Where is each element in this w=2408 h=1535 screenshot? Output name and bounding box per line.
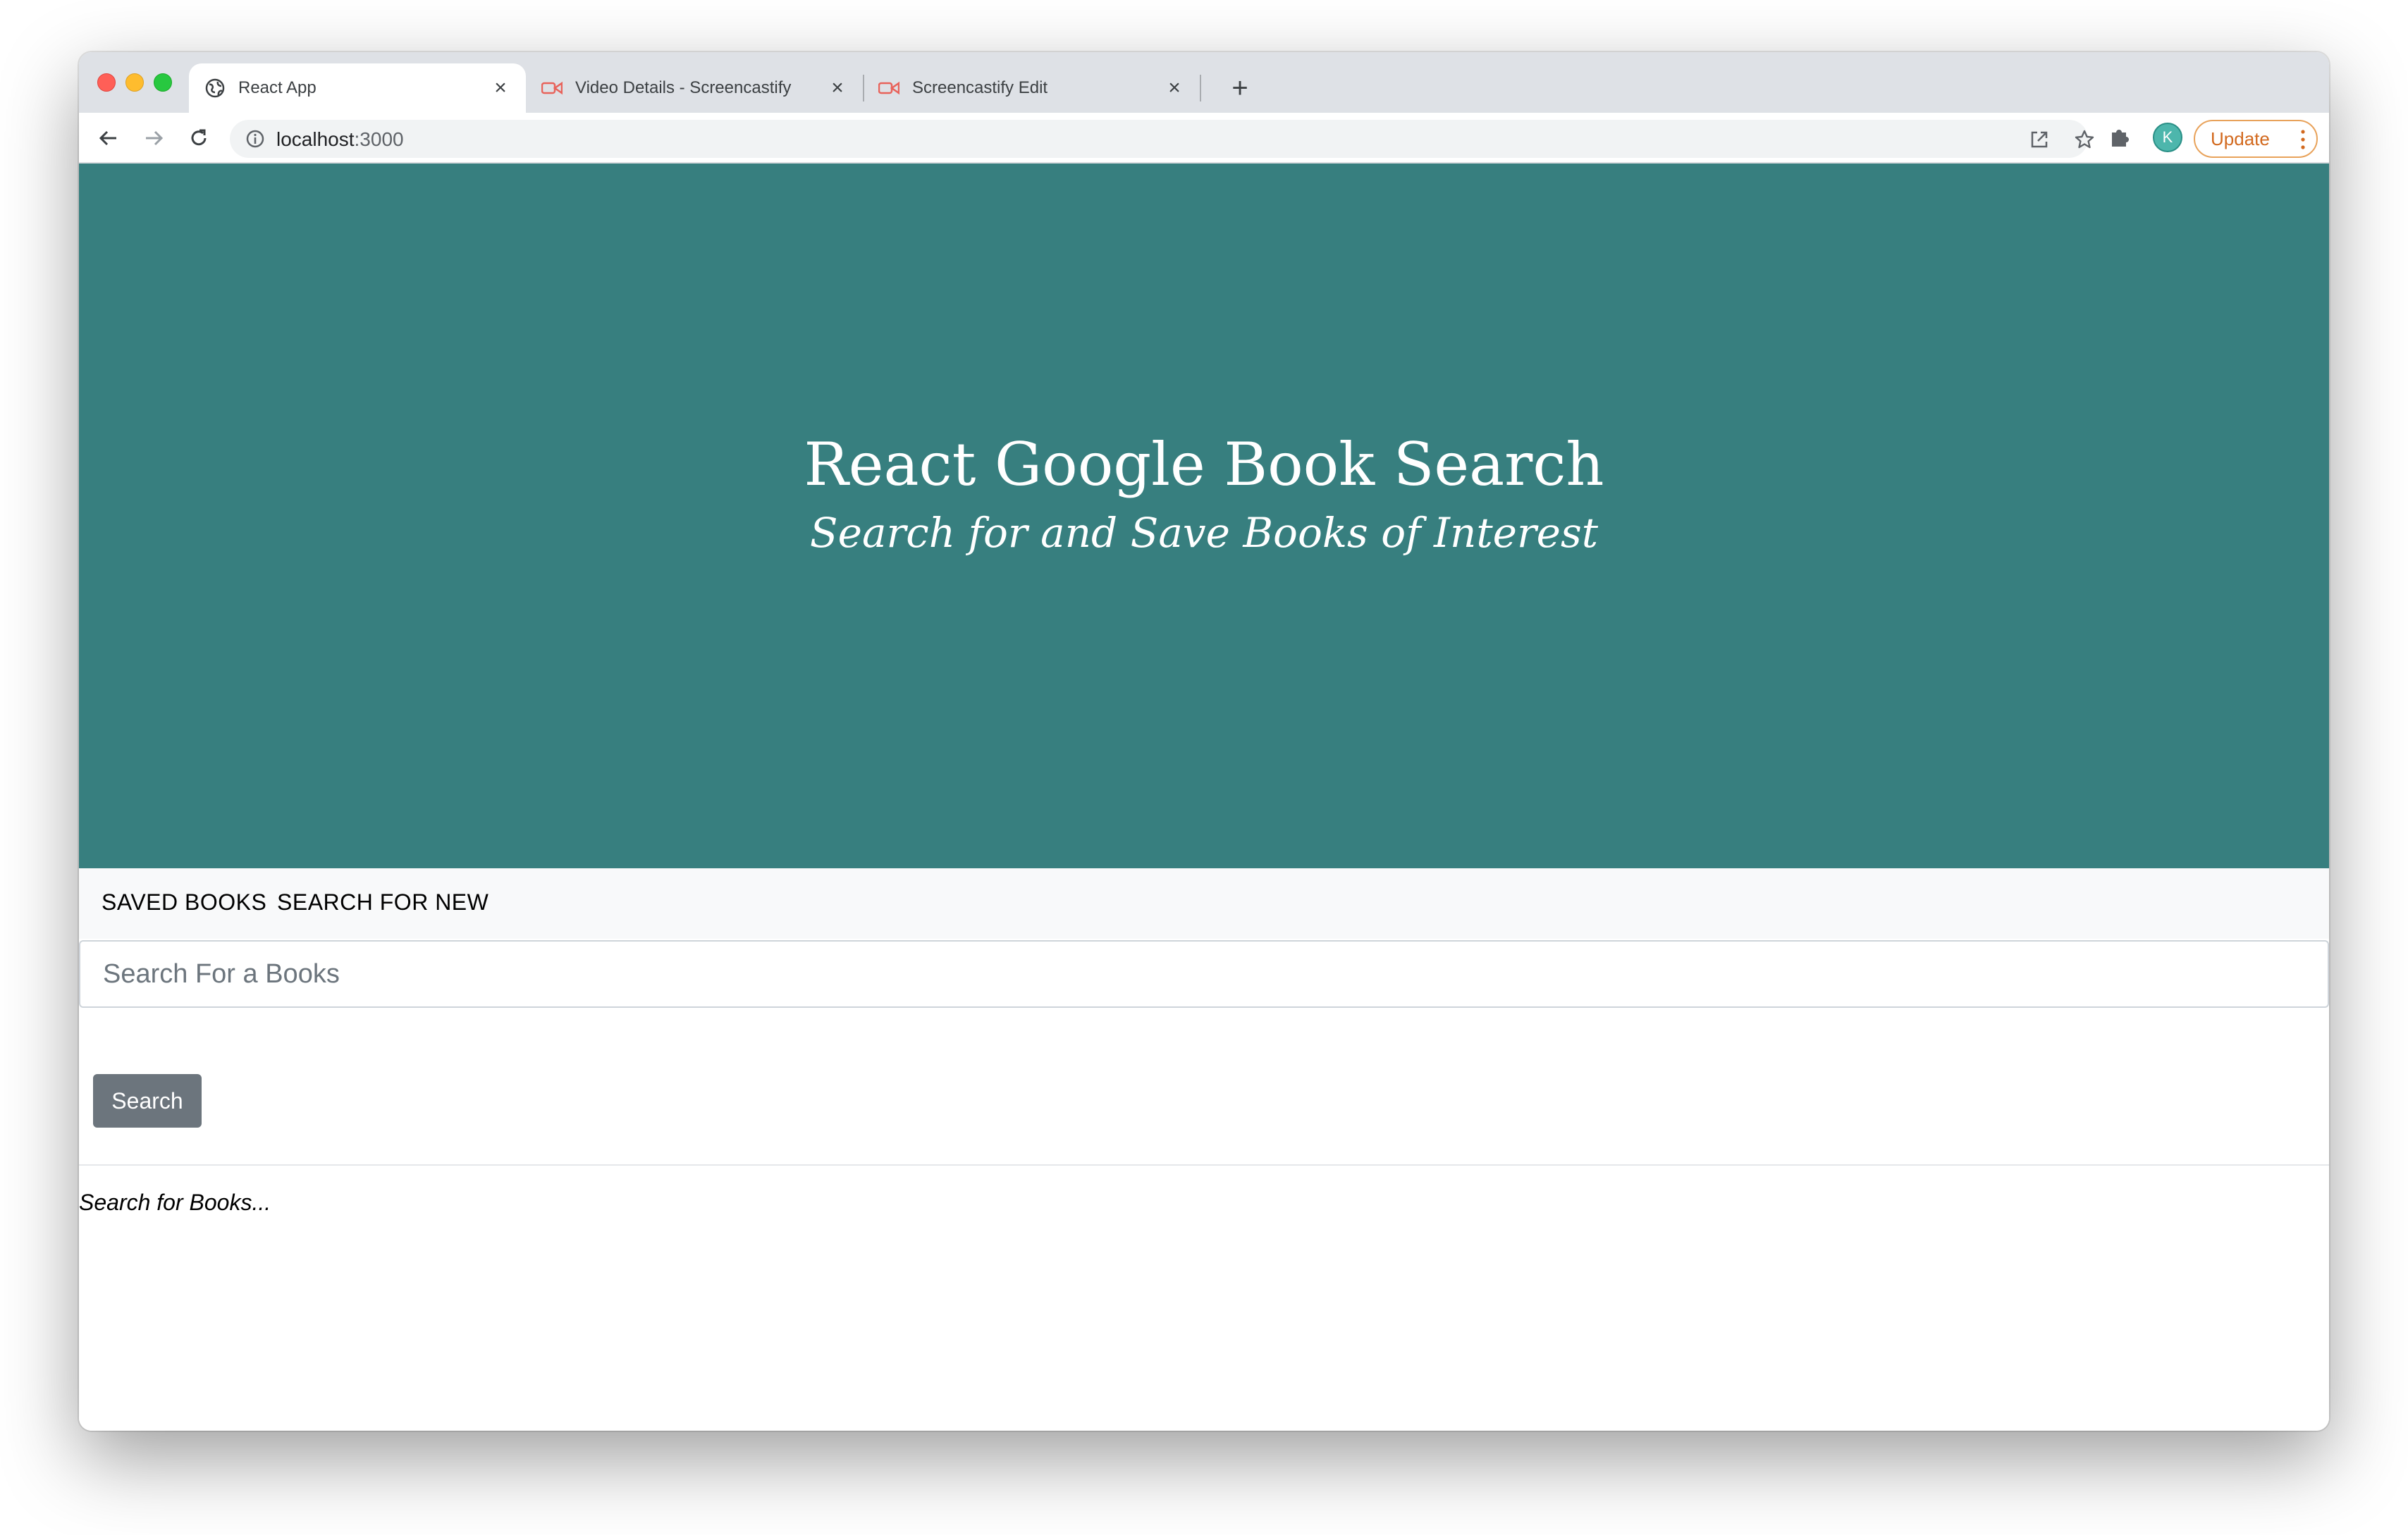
tab-separator	[1200, 75, 1201, 101]
url-host: localhost	[276, 128, 355, 150]
close-tab-icon[interactable]: ×	[1165, 78, 1184, 99]
new-tab-button[interactable]: +	[1221, 69, 1259, 107]
nav-link-search-for-new[interactable]: SEARCH FOR NEW	[277, 889, 489, 916]
search-input[interactable]	[79, 940, 2329, 1008]
back-icon[interactable]	[94, 124, 123, 152]
nav-link-saved-books[interactable]: SAVED BOOKS	[102, 889, 266, 916]
tab-title: Video Details - Screencastify	[575, 78, 792, 97]
reload-icon[interactable]	[185, 124, 213, 152]
update-label: Update	[2211, 128, 2270, 149]
close-window-button[interactable]	[97, 73, 116, 92]
browser-window: React App × Video Details - Screencastif…	[79, 52, 2329, 1431]
site-info-icon[interactable]	[245, 129, 265, 149]
tab-video-details[interactable]: Video Details - Screencastify ×	[526, 63, 863, 113]
url-text: localhost:3000	[276, 128, 404, 151]
results-message: Search for Books...	[79, 1190, 271, 1215]
tab-title: React App	[238, 78, 317, 97]
divider	[79, 1164, 2329, 1166]
screencastify-icon	[878, 78, 899, 99]
page-viewport: React Google Book Search Search for and …	[79, 164, 2329, 1431]
screencastify-icon	[541, 78, 563, 99]
tab-screencastify-edit[interactable]: Screencastify Edit ×	[863, 63, 1200, 113]
search-button[interactable]: Search	[93, 1074, 202, 1128]
open-in-new-window-icon[interactable]	[2029, 129, 2050, 150]
minimize-window-button[interactable]	[125, 73, 144, 92]
profile-avatar[interactable]: K	[2153, 123, 2182, 152]
close-tab-icon[interactable]: ×	[491, 78, 510, 99]
forward-icon[interactable]	[140, 124, 168, 152]
hero-banner: React Google Book Search Search for and …	[79, 164, 2329, 868]
tab-title: Screencastify Edit	[912, 78, 1048, 97]
tab-react-app[interactable]: React App ×	[189, 63, 526, 113]
tab-strip: React App × Video Details - Screencastif…	[79, 52, 2329, 113]
update-button[interactable]: Update	[2194, 120, 2318, 158]
maximize-window-button[interactable]	[154, 73, 172, 92]
browser-toolbar: localhost:3000 K Update	[79, 113, 2329, 164]
close-tab-icon[interactable]: ×	[828, 78, 847, 99]
more-vert-icon	[2299, 127, 2306, 152]
bookmark-star-icon[interactable]	[2074, 129, 2095, 150]
url-port: :3000	[354, 128, 404, 150]
page-title: React Google Book Search	[804, 430, 1604, 499]
address-bar[interactable]: localhost:3000	[230, 120, 2094, 158]
extensions-puzzle-icon[interactable]	[2108, 125, 2133, 151]
nav-bar: SAVED BOOKS SEARCH FOR NEW	[79, 868, 2329, 939]
globe-icon	[204, 78, 226, 99]
page-subtitle: Search for and Save Books of Interest	[809, 509, 1599, 557]
